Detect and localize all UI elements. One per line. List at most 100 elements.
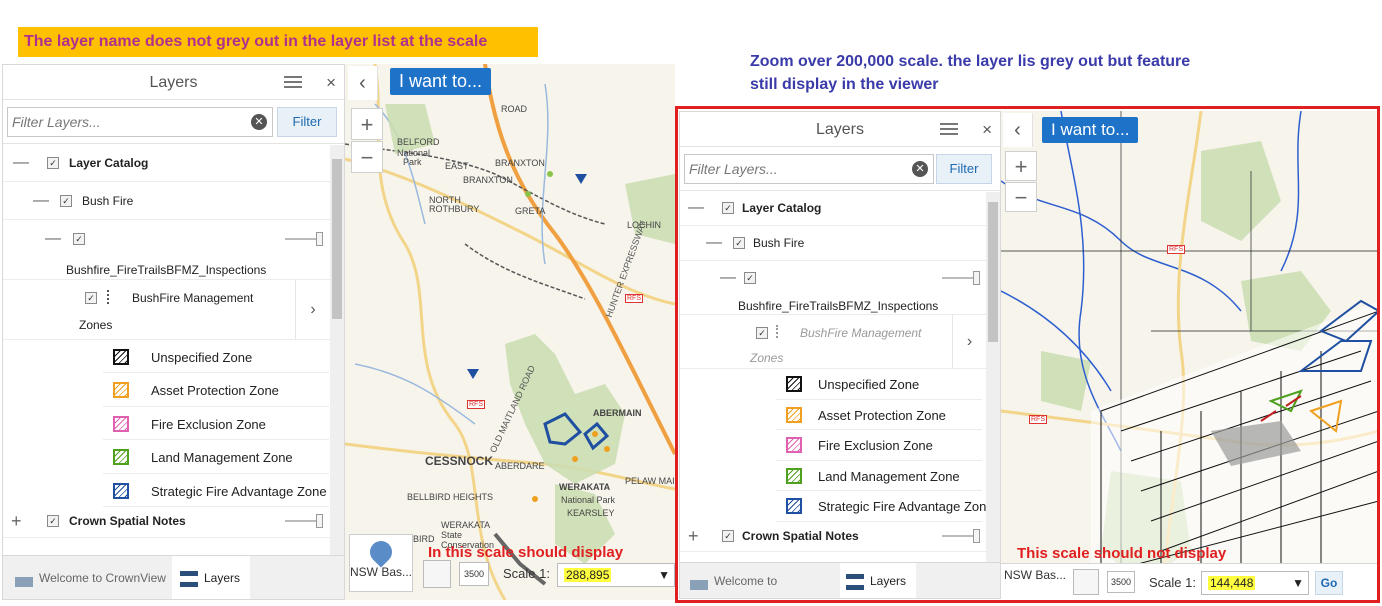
- clear-filter-icon[interactable]: ✕: [251, 114, 267, 130]
- tree-row-bush-fire[interactable]: — ✓ Bush Fire: [680, 226, 986, 261]
- layer-list-scrollbar[interactable]: [986, 192, 1000, 562]
- tab-welcome-label: Welcome to CrownView: [39, 571, 166, 585]
- collapse-icon[interactable]: —: [45, 231, 61, 247]
- map-viewer-right[interactable]: ‹ I want to... + − RFS RFS This scale sho…: [1001, 111, 1379, 599]
- opacity-slider[interactable]: [942, 271, 980, 285]
- tab-layers-label: Layers: [204, 571, 241, 585]
- tree-row-layer-catalog[interactable]: — ✓ Layer Catalog: [680, 191, 986, 226]
- scalebar-icon[interactable]: 3500: [1107, 571, 1135, 593]
- tree-label-bfmz-line2: Zones: [79, 318, 113, 332]
- opacity-slider[interactable]: [285, 232, 323, 246]
- tree-label-bfmz-line1: BushFire Management: [132, 291, 254, 305]
- collapse-panel-button[interactable]: ‹: [1003, 113, 1033, 147]
- checkbox-checked-icon[interactable]: ✓: [85, 292, 97, 304]
- map-place-label: WERAKATA: [559, 482, 611, 492]
- legend-item: Fire Exclusion Zone: [103, 407, 329, 441]
- i-want-to-button[interactable]: I want to...: [1042, 117, 1139, 143]
- checkbox-checked-icon[interactable]: ✓: [722, 202, 734, 214]
- hamburger-menu-icon[interactable]: [940, 123, 958, 135]
- tab-layers[interactable]: Layers: [172, 556, 250, 599]
- tab-welcome[interactable]: Welcome to CrownView: [680, 563, 838, 598]
- tree-label-layer-catalog: Layer Catalog: [742, 201, 822, 215]
- chevron-right-icon[interactable]: ›: [295, 280, 330, 340]
- collapse-panel-button[interactable]: ‹: [348, 66, 378, 100]
- scale-select[interactable]: 288,895 ▼: [557, 563, 675, 587]
- checkbox-checked-icon[interactable]: ✓: [60, 195, 72, 207]
- legend-item: Unspecified Zone: [776, 369, 982, 400]
- go-button[interactable]: Go: [1315, 571, 1343, 595]
- checkbox-checked-icon[interactable]: ✓: [733, 237, 745, 249]
- tree-label-bush-fire: Bush Fire: [82, 194, 134, 208]
- tree-label-crown-spatial: Crown Spatial Notes: [742, 529, 859, 543]
- expand-icon[interactable]: +: [688, 527, 699, 545]
- tree-row-bush-fire[interactable]: — ✓ Bush Fire: [3, 182, 330, 220]
- dropdown-arrow-icon: ▼: [1292, 576, 1304, 590]
- grid-tool-icon[interactable]: [1073, 569, 1099, 595]
- grid-tool-icon[interactable]: [423, 560, 451, 588]
- blue-hatch-icon: [786, 498, 802, 515]
- tree-row-crown-spatial[interactable]: + ✓ Crown Spatial Notes: [680, 522, 986, 552]
- scale-select[interactable]: 144,448 ▼: [1201, 571, 1309, 595]
- legend-item: Asset Protection Zone: [103, 373, 329, 407]
- map-bottom-bar: NSW Bas... 3500 Scale 1: 288,895 ▼: [345, 532, 675, 600]
- basemap-switcher[interactable]: NSW Bas...: [349, 534, 413, 592]
- collapse-icon[interactable]: —: [13, 155, 29, 171]
- checkbox-checked-icon[interactable]: ✓: [722, 530, 734, 542]
- filter-layers-input[interactable]: Filter Layers...: [684, 154, 934, 184]
- scrollbar-thumb[interactable]: [332, 159, 342, 319]
- basemap-label: NSW Bas...: [1003, 568, 1066, 582]
- map-canvas-right[interactable]: [1001, 111, 1379, 599]
- map-place-label: BELLBIRD HEIGHTS: [407, 492, 494, 502]
- map-place-label: ABERMAIN: [593, 408, 642, 418]
- tab-welcome[interactable]: Welcome to CrownView: [3, 556, 169, 599]
- basemap-switcher[interactable]: NSW Bas...: [1003, 568, 1067, 598]
- tree-row-inspections[interactable]: — ✓ Bushfire_FireTrailsBFMZ_Inspections: [3, 220, 330, 280]
- tree-row-crown-spatial[interactable]: + ✓ Crown Spatial Notes: [3, 506, 330, 538]
- checkbox-checked-icon[interactable]: ✓: [47, 515, 59, 527]
- checkbox-checked-icon[interactable]: ✓: [744, 272, 756, 284]
- scalebar-icon[interactable]: 3500: [459, 562, 489, 586]
- legend-item: Land Management Zone: [776, 461, 982, 492]
- checkbox-checked-icon[interactable]: ✓: [47, 157, 59, 169]
- hamburger-menu-icon[interactable]: [284, 76, 302, 88]
- collapse-icon[interactable]: —: [688, 200, 704, 216]
- zoom-in-button[interactable]: +: [1005, 151, 1037, 181]
- map-viewer-left[interactable]: BELFORD National Park EAST BRANXTON BRANXTON N…: [345, 64, 675, 600]
- annotation-right-note: Zoom over 200,000 scale. the layer lis g…: [750, 50, 1250, 96]
- collapse-icon[interactable]: —: [706, 235, 722, 251]
- expand-icon[interactable]: +: [11, 512, 22, 530]
- zoom-out-button[interactable]: −: [1005, 182, 1037, 212]
- map-place-label: KEARSLEY: [567, 508, 615, 518]
- rfs-marker: RFS: [625, 294, 643, 303]
- tree-row-bfmz[interactable]: ✓ BushFire Management Zones ›: [3, 280, 330, 340]
- filter-layers-input[interactable]: Filter Layers...: [7, 107, 273, 137]
- tree-row-bfmz[interactable]: ✓ BushFire Management Zones ›: [680, 315, 986, 369]
- scrollbar-thumb[interactable]: [988, 202, 998, 342]
- opacity-slider[interactable]: [942, 529, 980, 543]
- scale-prefix: Scale 1:: [1149, 575, 1196, 590]
- filter-button[interactable]: Filter: [277, 107, 337, 137]
- chevron-right-icon[interactable]: ›: [952, 315, 986, 369]
- close-icon[interactable]: ×: [326, 65, 336, 100]
- checkbox-checked-icon[interactable]: ✓: [73, 233, 85, 245]
- legend-label: Fire Exclusion Zone: [818, 438, 933, 454]
- green-hatch-icon: [786, 467, 802, 484]
- tree-row-inspections[interactable]: — ✓ Bushfire_FireTrailsBFMZ_Inspections: [680, 261, 986, 315]
- checkbox-checked-icon[interactable]: ✓: [756, 327, 768, 339]
- map-canvas-left[interactable]: [345, 64, 675, 600]
- collapse-icon[interactable]: —: [720, 270, 736, 286]
- zoom-in-button[interactable]: +: [351, 108, 383, 140]
- opacity-slider[interactable]: [285, 514, 323, 528]
- rfs-marker: RFS: [1167, 245, 1185, 254]
- tree-row-layer-catalog[interactable]: — ✓ Layer Catalog: [3, 144, 330, 182]
- collapse-icon[interactable]: —: [33, 193, 49, 209]
- zoom-out-button[interactable]: −: [351, 141, 383, 173]
- layer-list-scrollbar[interactable]: [330, 145, 344, 555]
- dropdown-arrow-icon: ▼: [658, 568, 670, 582]
- tab-layers[interactable]: Layers: [840, 563, 916, 598]
- filter-button[interactable]: Filter: [936, 154, 992, 184]
- map-place-label: National Park: [561, 495, 616, 505]
- i-want-to-button[interactable]: I want to...: [390, 68, 492, 95]
- clear-filter-icon[interactable]: ✕: [912, 161, 928, 177]
- close-icon[interactable]: ×: [982, 112, 992, 147]
